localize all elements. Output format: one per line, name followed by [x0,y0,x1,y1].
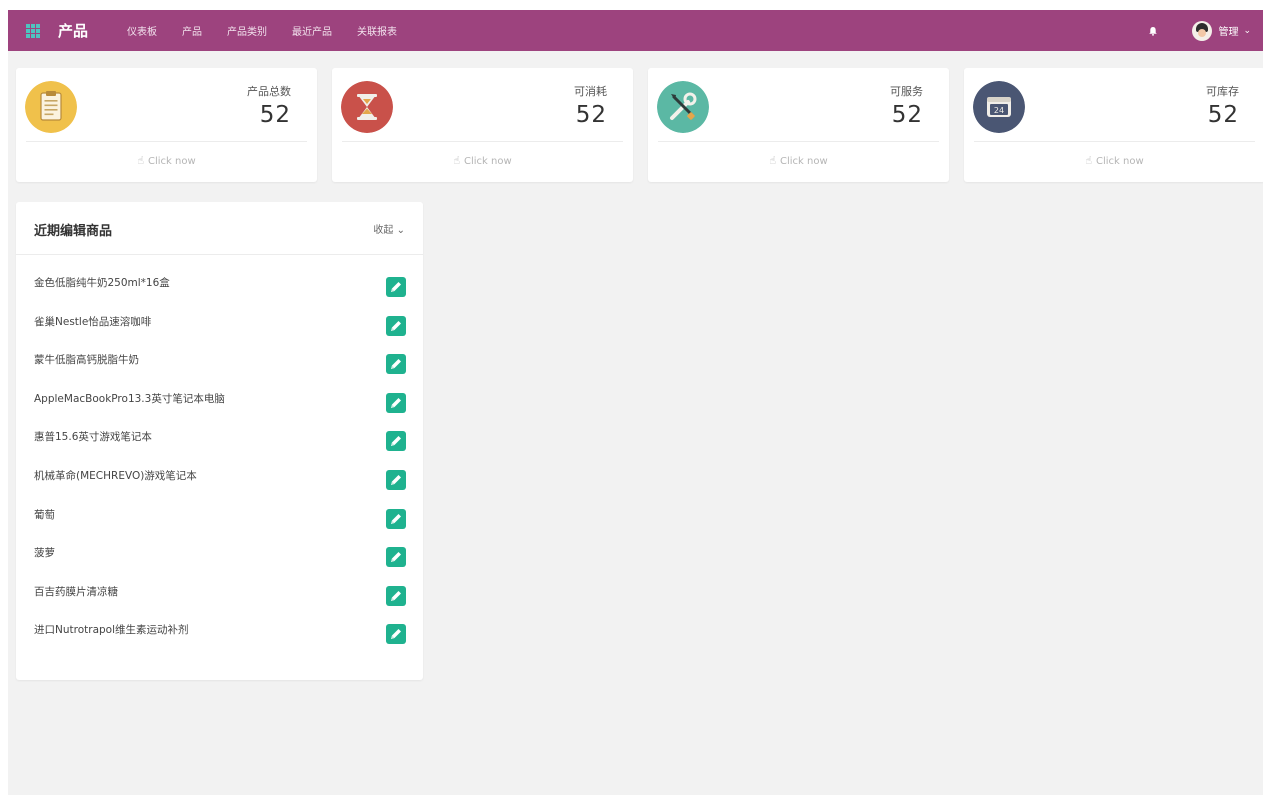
chevron-down-icon[interactable]: ⌄ [1243,26,1251,36]
card-label: 可服务 [890,85,923,98]
card-click-now-link[interactable]: ☝ Click now [332,154,633,167]
item-name: 惠普15.6英寸游戏笔记本 [34,431,152,444]
stat-card-stock: 24 可库存 52 ☝ Click now [964,68,1263,182]
panel-header: 近期编辑商品 收起 ⌄ [16,202,423,255]
chevron-down-icon: ⌄ [396,225,405,236]
collapse-label: 收起 [373,225,394,236]
item-name: 百吉药膜片清凉糖 [34,585,118,598]
hand-pointer-icon: ☝ [1085,154,1093,167]
main-nav: 仪表板 产品 产品类别 最近产品 关联报表 [102,23,397,38]
top-navbar: 产品 仪表板 产品 产品类别 最近产品 关联报表 管理 ⌄ [8,10,1263,51]
nav-item-categories[interactable]: 产品类别 [227,23,267,38]
list-item: 惠普15.6英寸游戏笔记本 [16,416,423,454]
svg-text:24: 24 [994,106,1004,115]
app-window: 产品 仪表板 产品 产品类别 最近产品 关联报表 管理 ⌄ 产品总数 52 ☝ … [8,10,1263,795]
item-name: 雀巢Nestle怡品速溶咖啡 [34,315,152,328]
card-divider [658,141,939,142]
app-brand[interactable]: 产品 [58,20,88,41]
hand-pointer-icon: ☝ [769,154,777,167]
recent-edits-panel: 近期编辑商品 收起 ⌄ 金色低脂纯牛奶250ml*16盒 雀巢Nestle怡品速… [16,202,423,680]
item-name: 机械革命(MECHREVO)游戏笔记本 [34,470,197,482]
card-divider [974,141,1255,142]
edit-icon[interactable] [386,624,406,645]
card-value: 52 [575,102,607,128]
card-divider [26,141,307,142]
card-label: 可库存 [1206,85,1239,98]
nav-item-dashboard[interactable]: 仪表板 [127,23,157,38]
item-name: 金色低脂纯牛奶250ml*16盒 [34,277,170,289]
card-label: 产品总数 [247,85,291,98]
user-avatar[interactable] [1192,20,1213,41]
notification-bell-icon[interactable] [1148,26,1158,36]
card-click-now-link[interactable]: ☝ Click now [964,154,1263,167]
edit-icon[interactable] [386,547,406,568]
apps-grid-icon[interactable] [26,23,40,38]
tools-icon [657,81,709,133]
list-item: 蒙牛低脂高钙脱脂牛奶 [16,339,423,377]
stat-card-service: 可服务 52 ☝ Click now [648,68,949,182]
edit-icon[interactable] [386,354,406,375]
hourglass-icon [341,81,393,133]
topbar-user-area: 管理 ⌄ [1148,10,1251,51]
edit-icon[interactable] [386,585,406,606]
card-value: 52 [891,102,923,128]
edit-icon[interactable] [386,431,406,452]
list-item: 机械革命(MECHREVO)游戏笔记本 [16,455,423,493]
list-item: 金色低脂纯牛奶250ml*16盒 [16,262,423,300]
card-link-text: Click now [464,156,512,167]
list-item: 菠萝 [16,532,423,570]
clipboard-icon [25,81,77,133]
card-label: 可消耗 [574,85,607,98]
edit-icon[interactable] [386,508,406,529]
user-name[interactable]: 管理 [1218,23,1238,38]
card-click-now-link[interactable]: ☝ Click now [648,154,949,167]
list-item: 进口Nutrotrapol维生素运动补剂 [16,609,423,647]
hand-pointer-icon: ☝ [453,154,461,167]
edit-icon[interactable] [386,315,406,336]
list-item: 百吉药膜片清凉糖 [16,571,423,609]
nav-item-recent[interactable]: 最近产品 [292,23,332,38]
stat-card-total: 产品总数 52 ☝ Click now [16,68,317,182]
card-value: 52 [1207,102,1239,128]
inventory-icon: 24 [973,81,1025,133]
item-name: 葡萄 [34,508,55,521]
nav-item-products[interactable]: 产品 [182,23,202,38]
item-name: 进口Nutrotrapol维生素运动补剂 [34,624,189,637]
list-item: AppleMacBookPro13.3英寸笔记本电脑 [16,378,423,416]
item-name: 菠萝 [34,547,55,560]
stat-card-consumable: 可消耗 52 ☝ Click now [332,68,633,182]
edit-icon[interactable] [386,392,406,413]
card-link-text: Click now [148,156,196,167]
edit-icon[interactable] [386,277,406,297]
item-name: 蒙牛低脂高钙脱脂牛奶 [34,354,139,367]
collapse-toggle[interactable]: 收起 ⌄ [373,221,405,236]
card-link-text: Click now [1096,156,1144,167]
card-value: 52 [259,102,291,128]
item-name: AppleMacBookPro13.3英寸笔记本电脑 [34,392,225,405]
card-divider [342,141,623,142]
hand-pointer-icon: ☝ [137,154,145,167]
nav-item-reports[interactable]: 关联报表 [357,23,397,38]
list-item: 葡萄 [16,494,423,532]
card-link-text: Click now [780,156,828,167]
list-item: 雀巢Nestle怡品速溶咖啡 [16,301,423,339]
card-click-now-link[interactable]: ☝ Click now [16,154,317,167]
panel-title: 近期编辑商品 [34,224,113,239]
edit-icon[interactable] [386,470,406,490]
